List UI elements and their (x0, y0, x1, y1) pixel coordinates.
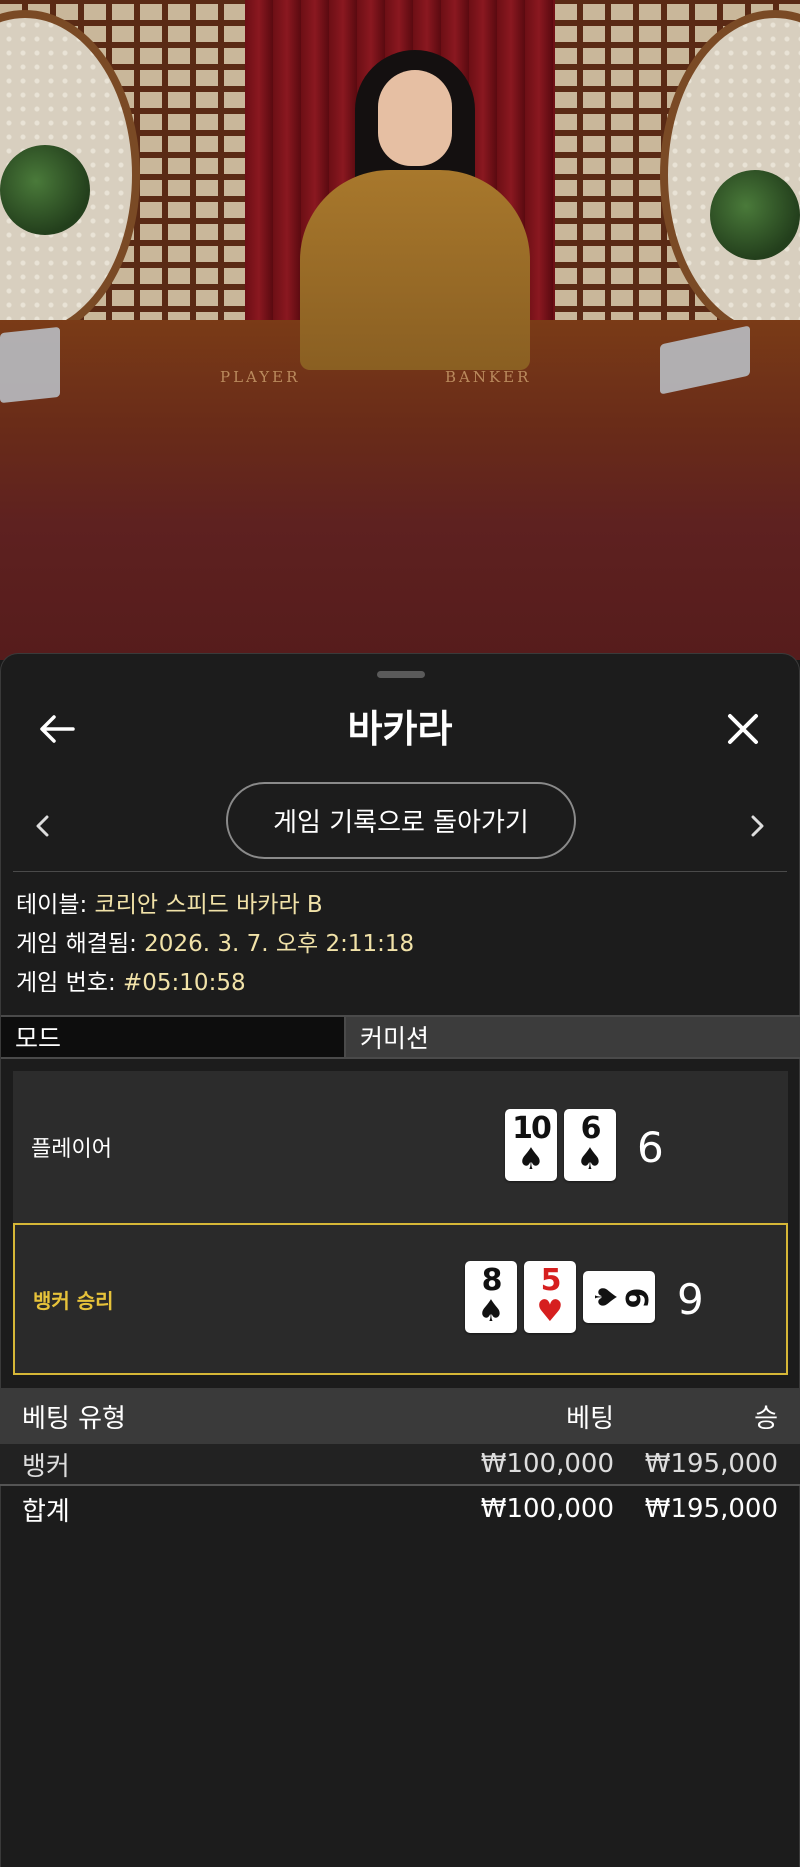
card-suit: ♠ (587, 1283, 622, 1311)
total-win-amount: ₩195,000 (644, 1494, 778, 1524)
mode-value: 커미션 (346, 1017, 800, 1057)
mode-label: 모드 (1, 1017, 346, 1057)
win-amount-cell: ₩195,000 (644, 1449, 778, 1479)
table-info-key: 테이블: (16, 892, 95, 918)
close-icon (728, 714, 758, 744)
player-score: 6 (637, 1122, 664, 1172)
header-bet-type: 베팅 유형 (22, 1403, 126, 1434)
close-button[interactable] (713, 699, 773, 759)
table-player-text: PLAYER (220, 368, 301, 386)
table-row: 뱅커 ₩100,000 ₩195,000 (0, 1444, 800, 1486)
total-bet-amount: ₩100,000 (480, 1494, 614, 1524)
game-number-info: 게임 번호: #05:10:58 (16, 968, 246, 998)
banker-card-2: 5 ♥ (524, 1261, 576, 1333)
banker-score: 9 (677, 1274, 704, 1324)
player-card-1: 10 ♠ (505, 1109, 557, 1181)
header-bet-amount: 베팅 (566, 1403, 614, 1434)
card-rank: 10 (512, 1111, 552, 1146)
dealer (300, 50, 530, 370)
resolved-info-value: 2026. 3. 7. 오후 2:11:18 (144, 931, 415, 957)
player-hand-row: 플레이어 10 ♠ 6 ♠ 6 (13, 1071, 788, 1223)
banker-card-3-sideways: 6 ♠ (583, 1271, 655, 1323)
chevron-left-icon (36, 815, 49, 837)
mode-row: 모드 커미션 (1, 1015, 800, 1059)
bet-type-cell: 뱅커 (22, 1451, 70, 1482)
card-rank: 6 (618, 1287, 653, 1307)
total-label: 합계 (22, 1496, 70, 1527)
card-suit: ♥ (536, 1294, 564, 1329)
card-rank: 5 (540, 1263, 562, 1298)
player-hand-label: 플레이어 (31, 1137, 112, 1162)
game-number-key: 게임 번호: (16, 970, 124, 996)
resolved-info: 게임 해결됨: 2026. 3. 7. 오후 2:11:18 (16, 929, 414, 959)
divider (13, 871, 787, 872)
card-suit: ♠ (576, 1142, 604, 1177)
chevron-right-icon (751, 815, 764, 837)
sheet-grabber[interactable] (377, 671, 425, 678)
previous-game-button[interactable] (22, 801, 62, 851)
banker-hand-row: 뱅커 승리 8 ♠ 5 ♥ 6 ♠ 9 (13, 1223, 788, 1375)
card-shoe-left (0, 326, 60, 404)
back-to-history-button[interactable]: 게임 기록으로 돌아가기 (226, 782, 576, 859)
bonsai-left (0, 145, 90, 235)
table-banker-text: BANKER (445, 368, 532, 386)
bet-amount-cell: ₩100,000 (480, 1449, 614, 1479)
table-info-value: 코리안 스피드 바카라 B (94, 892, 323, 918)
live-video-feed: PLAYER BANKER (0, 0, 800, 660)
bets-table-header: 베팅 유형 베팅 승 (0, 1388, 800, 1444)
card-rank: 6 (580, 1111, 602, 1146)
card-suit: ♠ (517, 1142, 545, 1177)
page-title: 바카라 (347, 707, 453, 751)
game-number-value: #05:10:58 (123, 970, 246, 996)
banker-card-1: 8 ♠ (465, 1261, 517, 1333)
next-game-button[interactable] (738, 801, 778, 851)
card-rank: 8 (481, 1263, 503, 1298)
player-card-2: 6 ♠ (564, 1109, 616, 1181)
bonsai-right (710, 170, 800, 260)
card-face-rotated: 6 ♠ (583, 1271, 655, 1323)
table-info: 테이블: 코리안 스피드 바카라 B (16, 890, 323, 920)
game-details-sheet: 바카라 게임 기록으로 돌아가기 테이블: 코리안 스피드 바카라 B 게임 해… (0, 653, 800, 1867)
banker-win-label: 뱅커 승리 (33, 1288, 114, 1313)
resolved-info-key: 게임 해결됨: (16, 931, 145, 957)
header-win-amount: 승 (754, 1403, 778, 1434)
card-suit: ♠ (477, 1294, 505, 1329)
total-row: 합계 ₩100,000 ₩195,000 (0, 1488, 800, 1530)
